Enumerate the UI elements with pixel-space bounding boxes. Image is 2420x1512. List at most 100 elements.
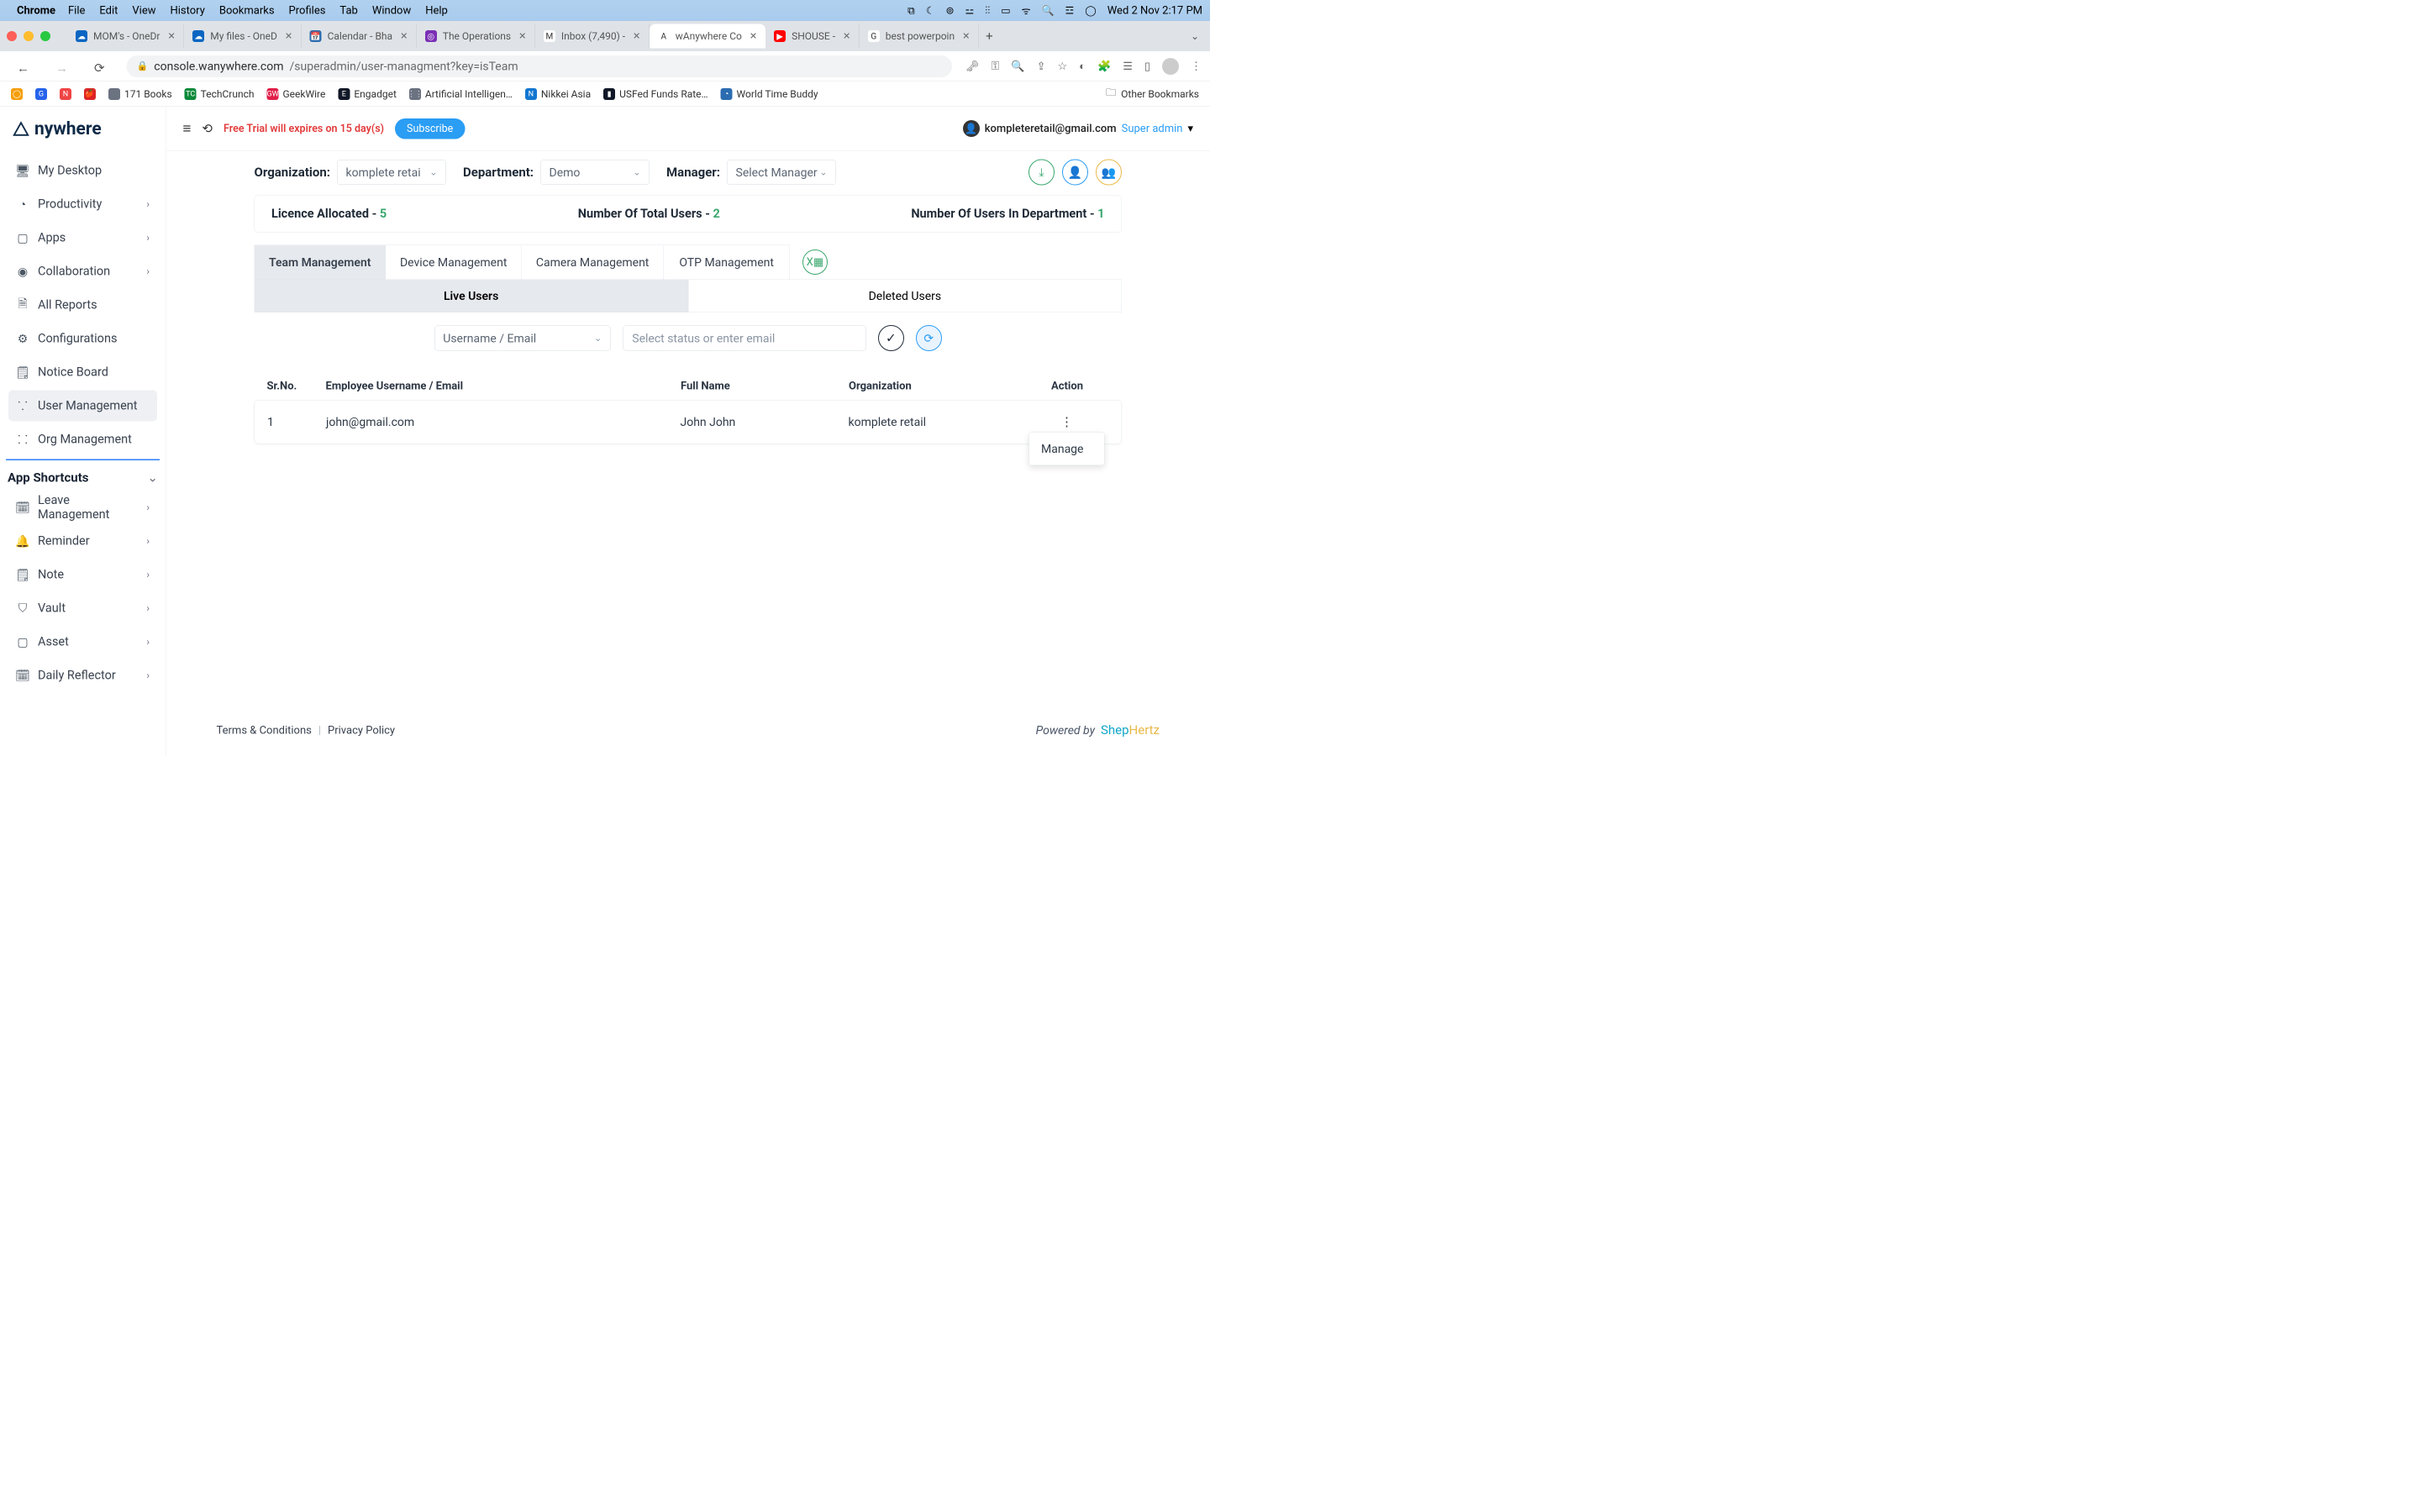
account-dropdown[interactable]: 👤 kompleteretail@gmail.com Super admin ▾ [963, 120, 1193, 137]
play-icon[interactable]: ⊚ [945, 5, 954, 17]
sidebar-shortcut[interactable]: 🗓Leave Management› [8, 492, 157, 523]
menu-view[interactable]: View [132, 4, 155, 17]
bookmark-item[interactable]: N [60, 88, 71, 100]
bookmark-item[interactable]: ◯ [11, 88, 23, 100]
sidebar-shortcut[interactable]: ▢Asset› [8, 627, 157, 658]
sidebar-shortcut[interactable]: 🔔Reminder› [8, 526, 157, 557]
translate-icon[interactable]: 🗝 [965, 60, 980, 72]
bookmark-item[interactable]: NNikkei Asia [525, 88, 591, 100]
tab-overflow[interactable]: ⌄ [1186, 30, 1203, 42]
menubar-app[interactable]: Chrome [17, 4, 55, 17]
list-icon[interactable]: ☰ [1123, 60, 1133, 72]
close-tab-icon[interactable]: ✕ [518, 31, 526, 42]
browser-tab[interactable]: ☁My files - OneD✕ [184, 24, 301, 49]
menu-history[interactable]: History [171, 4, 205, 17]
bookmark-item[interactable]: ⋮⋮Artificial Intelligen… [409, 88, 513, 100]
close-tab-icon[interactable]: ✕ [285, 31, 292, 42]
maximize-window[interactable] [40, 31, 50, 41]
bookmark-item[interactable]: G [35, 88, 47, 100]
sidebar-item[interactable]: ⚙Configurations [8, 323, 157, 354]
sidebar-item[interactable]: ◔Productivity› [8, 189, 157, 220]
hamburger-icon[interactable]: ≡ [183, 120, 192, 137]
apply-filter-button[interactable]: ✓ [878, 325, 904, 351]
sidepanel-icon[interactable]: ▯ [1144, 60, 1150, 72]
password-icon[interactable]: ⚿ [992, 60, 1000, 73]
bluetooth-icon[interactable]: ⚍ [965, 5, 975, 17]
close-tab-icon[interactable]: ✕ [400, 31, 408, 42]
sidebar-section[interactable]: App Shortcuts ⌄ [0, 463, 166, 488]
graph-icon[interactable]: ⫶⫶ [985, 5, 990, 17]
menu-window[interactable]: Window [372, 4, 411, 17]
tab-camera-management[interactable]: Camera Management [522, 245, 664, 280]
users-button[interactable]: 👥 [1096, 160, 1122, 186]
clock[interactable]: Wed 2 Nov 2:17 PM [1107, 4, 1202, 17]
subtab-deleted-users[interactable]: Deleted Users [688, 280, 1122, 313]
other-bookmarks[interactable]: Other Bookmarks [1121, 88, 1199, 100]
profile-avatar[interactable] [1162, 58, 1179, 75]
address-bar[interactable]: 🔒 console.wanywhere.com/superadmin/user-… [127, 55, 952, 77]
browser-tab[interactable]: ◎The Operations✕ [417, 24, 535, 49]
brand-link[interactable]: ShepHertz [1101, 723, 1160, 738]
sidebar-shortcut[interactable]: ⛉Vault› [8, 593, 157, 624]
dept-select[interactable]: Demo ⌄ [540, 160, 650, 185]
privacy-link[interactable]: Privacy Policy [328, 724, 395, 737]
sync-icon[interactable]: ⟲ [202, 121, 213, 136]
sidebar-item[interactable]: ⸬Org Management [8, 424, 157, 455]
wifi-icon[interactable]: ᯤ [1022, 3, 1031, 18]
sidebar-item[interactable]: 🖥My Desktop [8, 155, 157, 186]
search-input[interactable]: Select status or enter email [623, 326, 866, 351]
new-tab-button[interactable]: + [979, 26, 1000, 47]
refresh-button[interactable]: ⟳ [916, 325, 942, 351]
sidebar-item[interactable]: 🗎All Reports [8, 290, 157, 321]
bookmark-star-icon[interactable]: ☆ [1057, 60, 1067, 72]
tab-team-management[interactable]: Team Management [255, 245, 386, 280]
terms-link[interactable]: Terms & Conditions [217, 724, 312, 737]
sidebar-item[interactable]: 🗒Notice Board [8, 357, 157, 388]
close-window[interactable] [7, 31, 17, 41]
app-logo[interactable]: nywhere [0, 107, 166, 151]
subtab-live-users[interactable]: Live Users [255, 280, 688, 313]
kebab-icon[interactable]: ⋮ [1191, 60, 1202, 72]
sidebar-item[interactable]: ▢Apps› [8, 223, 157, 254]
close-tab-icon[interactable]: ✕ [633, 31, 640, 42]
menu-tab[interactable]: Tab [339, 4, 357, 17]
back-button[interactable]: ← [8, 57, 38, 76]
close-tab-icon[interactable]: ✕ [167, 31, 175, 42]
browser-tab[interactable]: ▶SHOUSE - ✕ [765, 24, 860, 49]
close-tab-icon[interactable]: ✕ [962, 31, 970, 42]
sidebar-shortcut[interactable]: 🗒Note› [8, 559, 157, 591]
bookmark-item[interactable]: 171 Books [108, 88, 172, 100]
reload-button[interactable]: ⟳ [86, 57, 113, 76]
manage-action[interactable]: Manage [1029, 433, 1104, 465]
subscribe-button[interactable]: Subscribe [395, 118, 465, 139]
sidebar-shortcut[interactable]: 🗓Daily Reflector› [8, 660, 157, 691]
close-tab-icon[interactable]: ✕ [843, 31, 850, 42]
bookmark-item[interactable]: TCTechCrunch [185, 88, 255, 100]
menu-bookmarks[interactable]: Bookmarks [219, 4, 275, 17]
search-type-select[interactable]: Username / Email ⌄ [434, 326, 611, 351]
bookmark-item[interactable]: GWGeekWire [266, 88, 325, 100]
bookmark-item[interactable]: EEngadget [338, 88, 397, 100]
browser-tab[interactable]: 📅Calendar - Bha✕ [302, 24, 417, 49]
siri-icon[interactable]: ◯ [1085, 5, 1096, 17]
bookmark-item[interactable]: ◔World Time Buddy [721, 88, 818, 100]
browser-tab[interactable]: ☁MOM's - OneDr✕ [67, 24, 184, 49]
minimize-window[interactable] [24, 31, 34, 41]
sidebar-item[interactable]: ⸪User Management [8, 391, 157, 422]
bookmark-item[interactable]: 🍎 [84, 88, 96, 100]
menu-help[interactable]: Help [425, 4, 448, 17]
close-tab-icon[interactable]: ✕ [750, 31, 757, 42]
tab-device-management[interactable]: Device Management [386, 245, 522, 280]
extensions-icon[interactable]: 🧩 [1097, 60, 1111, 72]
excel-export-button[interactable]: X▦ [802, 249, 828, 275]
tab-otp-management[interactable]: OTP Management [664, 245, 790, 280]
ext1-icon[interactable]: ◐ [1079, 60, 1086, 73]
control-center-icon[interactable]: ☲ [1065, 5, 1075, 17]
zoom-icon[interactable]: 🔍 [1011, 60, 1024, 72]
dropbox-icon[interactable]: ⧉ [908, 5, 915, 17]
moon-icon[interactable]: ☾ [926, 5, 935, 17]
bookmark-item[interactable]: ▮USFed Funds Rate… [603, 88, 708, 100]
org-select[interactable]: komplete retai ⌄ [337, 160, 446, 185]
spotlight-icon[interactable]: 🔍 [1042, 5, 1055, 17]
menu-profiles[interactable]: Profiles [289, 4, 326, 17]
